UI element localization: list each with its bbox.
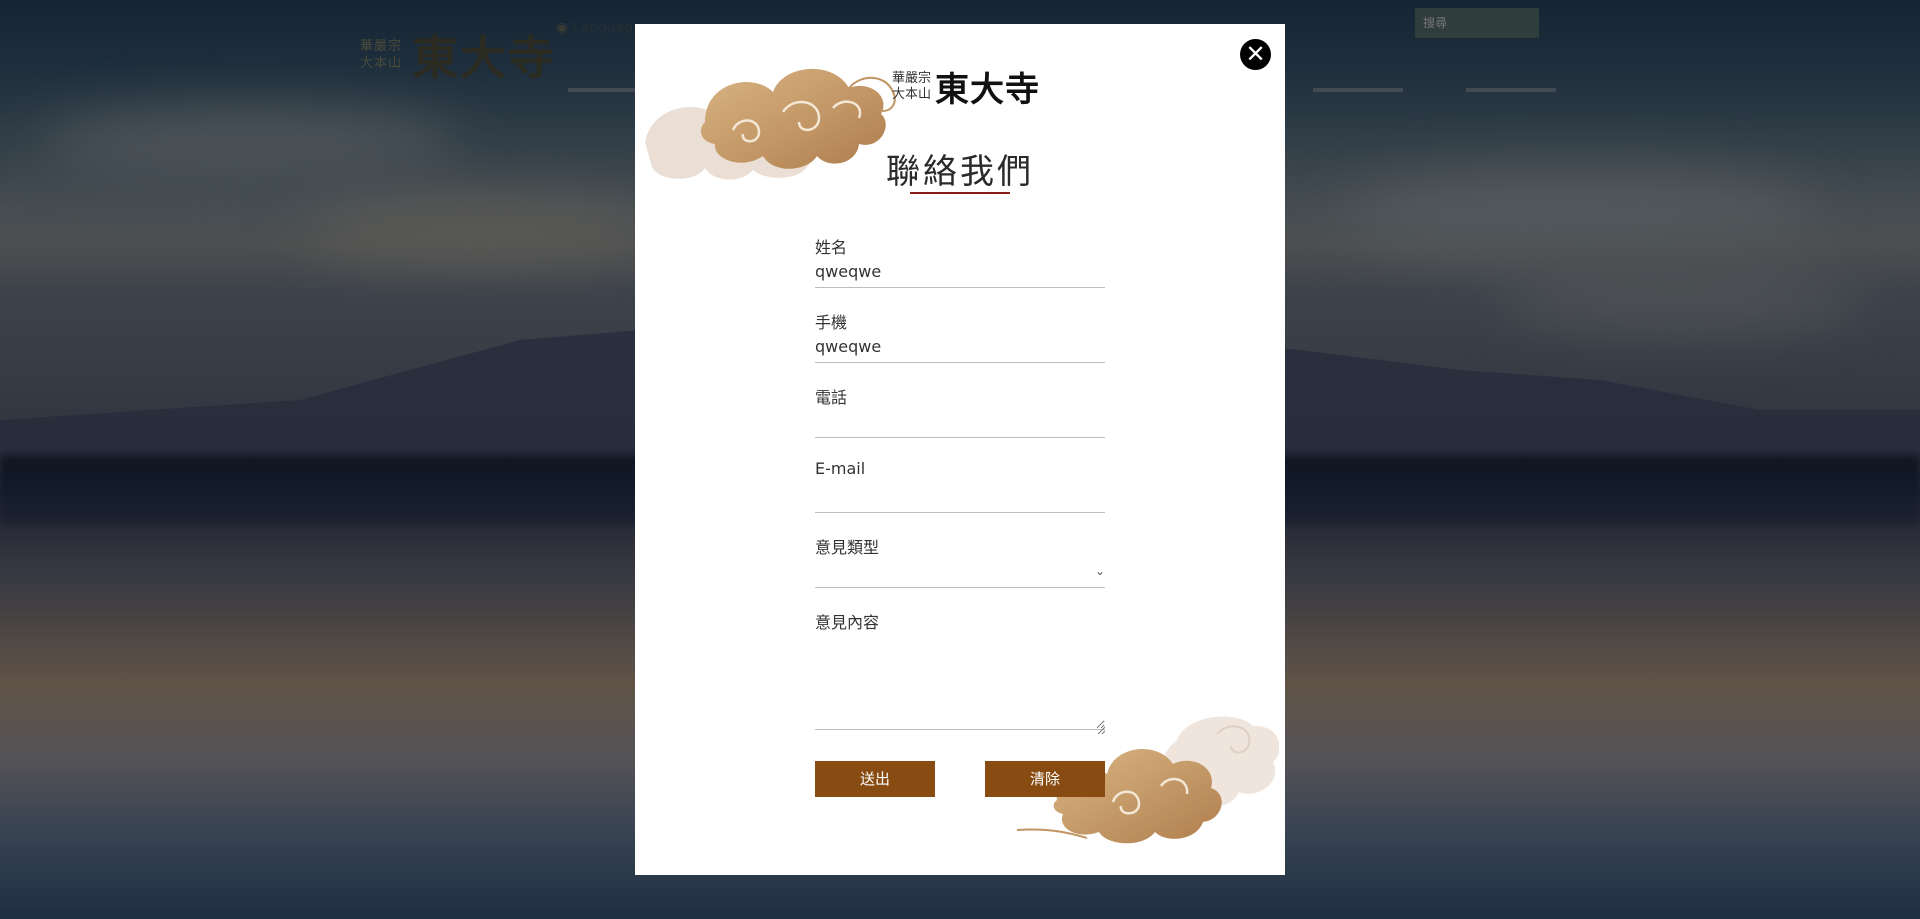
brand-subtitle: 華嚴宗 大本山 [892, 71, 931, 103]
site-logo-line-1: 華嚴宗 [360, 39, 403, 54]
content-textarea[interactable] [815, 631, 1105, 730]
modal-title: 聯絡我們 [886, 152, 1034, 192]
contact-form: 姓名 手機 電話 E-mail 意見類型 ⌄ 意見內容 [815, 234, 1105, 737]
phone-field-group: 電話 [815, 384, 1105, 459]
language-selector[interactable]: ◉ Language [556, 20, 642, 36]
mobile-label: 手機 [815, 313, 848, 332]
brand-name: 東大寺 [935, 70, 1041, 110]
contact-modal: ✕ 華嚴宗 大本山 東大寺 聯絡我們 姓名 手機 電話 E-mail 意見類型 [635, 24, 1285, 875]
nav-item[interactable] [1466, 62, 1556, 92]
content-label: 意見內容 [815, 613, 880, 632]
phone-label: 電話 [815, 388, 848, 407]
site-logo-line-2: 大本山 [360, 56, 403, 71]
close-icon: ✕ [1245, 40, 1266, 68]
globe-icon: ◉ [556, 20, 569, 36]
email-label: E-mail [815, 459, 866, 478]
mobile-field-group: 手機 [815, 309, 1105, 384]
close-button[interactable]: ✕ [1240, 39, 1271, 70]
modal-brand-logo: 華嚴宗 大本山 東大寺 [892, 62, 1040, 111]
title-underline [910, 192, 1010, 194]
mobile-input[interactable] [815, 331, 1105, 363]
name-field-group: 姓名 [815, 234, 1105, 309]
brand-sub-line-1: 華嚴宗 [892, 70, 932, 86]
email-input[interactable] [815, 481, 1105, 513]
site-search-input[interactable]: 搜尋 [1415, 8, 1539, 38]
resize-handle-icon[interactable] [1097, 726, 1105, 734]
site-logo-subtitle: 華嚴宗 大本山 [360, 38, 402, 72]
name-input[interactable] [815, 256, 1105, 288]
brand-sub-line-2: 大本山 [892, 86, 932, 102]
site-search-placeholder: 搜尋 [1423, 16, 1448, 30]
chevron-down-icon: ⌄ [1094, 564, 1105, 578]
content-field-group: 意見內容 [815, 609, 1105, 737]
form-actions: 送出 清除 [815, 761, 1105, 797]
clear-button[interactable]: 清除 [985, 761, 1105, 797]
type-select[interactable]: ⌄ [815, 556, 1105, 588]
language-label: Language [572, 20, 642, 36]
site-logo[interactable]: 華嚴宗 大本山 東大寺 [360, 22, 556, 88]
name-label: 姓名 [815, 238, 848, 257]
submit-button[interactable]: 送出 [815, 761, 935, 797]
type-field-group: 意見類型 ⌄ [815, 534, 1105, 609]
site-logo-name: 東大寺 [412, 31, 557, 85]
nav-item[interactable] [1313, 62, 1403, 92]
email-field-group: E-mail [815, 459, 1105, 534]
type-label: 意見類型 [815, 538, 880, 557]
phone-input[interactable] [815, 406, 1105, 438]
